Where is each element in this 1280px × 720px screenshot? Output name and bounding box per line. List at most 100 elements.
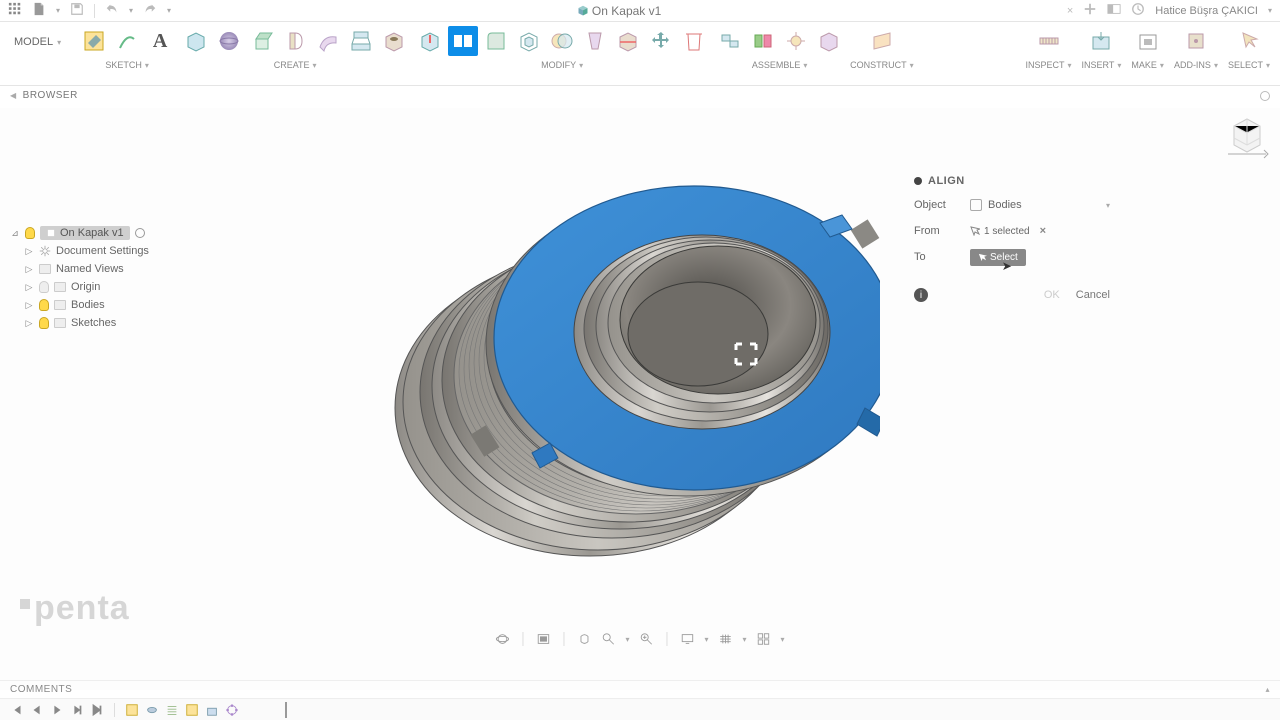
model-3d[interactable] xyxy=(360,138,880,638)
doc-icon xyxy=(577,5,589,17)
data-panel-icon[interactable] xyxy=(1107,2,1121,19)
browser-node-named-views[interactable]: ▷ Named Views xyxy=(10,260,230,278)
timeline-play-icon[interactable] xyxy=(50,703,64,717)
collapse-icon[interactable] xyxy=(914,177,922,185)
timeline-end-icon[interactable] xyxy=(90,703,104,717)
bulb-icon[interactable] xyxy=(39,281,49,293)
insert-icon[interactable] xyxy=(1086,26,1116,56)
measure-icon[interactable] xyxy=(1034,26,1064,56)
to-select-button[interactable]: Select ➤ xyxy=(970,249,1026,266)
align-dialog: ALIGN Object Bodies ▾ From 1 selected × … xyxy=(914,170,1110,302)
browser-node-bodies[interactable]: ▷ Bodies xyxy=(10,296,230,314)
timeline-handle[interactable] xyxy=(285,702,287,718)
feature-pattern-icon[interactable] xyxy=(225,703,239,717)
cancel-button[interactable]: Cancel xyxy=(1076,289,1110,301)
pan-icon[interactable] xyxy=(577,632,591,646)
chevron-down-icon: ▾ xyxy=(1268,6,1272,15)
timeline-next-icon[interactable] xyxy=(70,703,84,717)
display-icon[interactable] xyxy=(680,632,694,646)
revolve-icon[interactable] xyxy=(280,26,310,56)
line-icon[interactable] xyxy=(112,26,142,56)
close-tab-icon[interactable]: × xyxy=(1067,5,1073,17)
bulb-icon[interactable] xyxy=(25,227,35,239)
user-name[interactable]: Hatice Büşra ÇAKICI xyxy=(1155,5,1258,17)
bulb-icon[interactable] xyxy=(39,317,49,329)
shell-icon[interactable] xyxy=(514,26,544,56)
field-label: From xyxy=(914,225,970,237)
dialog-title-row[interactable]: ALIGN xyxy=(914,170,1110,192)
loft-icon[interactable] xyxy=(346,26,376,56)
apps-grid-icon[interactable] xyxy=(8,2,22,19)
move-icon[interactable] xyxy=(646,26,676,56)
feature-revolve-icon[interactable] xyxy=(145,703,159,717)
info-icon[interactable]: i xyxy=(914,288,928,302)
split-icon[interactable] xyxy=(613,26,643,56)
browser-node-origin[interactable]: ▷ Origin xyxy=(10,278,230,296)
browser-node-doc-settings[interactable]: ▷ Document Settings xyxy=(10,242,230,260)
text-icon[interactable]: A xyxy=(145,26,175,56)
object-type[interactable]: Bodies xyxy=(988,199,1022,211)
fit-icon[interactable] xyxy=(639,632,653,646)
new-sketch-icon[interactable] xyxy=(79,26,109,56)
browser-tree: ⊿ On Kapak v1 ▷ Document Settings ▷ Name… xyxy=(10,224,230,332)
ribbon-toolbar: MODEL ▾ A SKETCH▾ CREATE▾ xyxy=(0,22,1280,86)
bulb-icon[interactable] xyxy=(39,299,49,311)
dialog-title: ALIGN xyxy=(928,175,965,187)
fillet-icon[interactable] xyxy=(481,26,511,56)
node-label: Sketches xyxy=(71,317,116,329)
sphere-icon[interactable] xyxy=(214,26,244,56)
new-tab-icon[interactable] xyxy=(1083,2,1097,19)
timeline-start-icon[interactable] xyxy=(10,703,24,717)
joint-icon[interactable] xyxy=(715,26,745,56)
viewport-icon[interactable] xyxy=(757,632,771,646)
press-pull-icon[interactable] xyxy=(415,26,445,56)
browser-root[interactable]: ⊿ On Kapak v1 xyxy=(10,224,230,242)
timeline-prev-icon[interactable] xyxy=(30,703,44,717)
viewport[interactable]: ⊿ On Kapak v1 ▷ Document Settings ▷ Name… xyxy=(0,108,1280,690)
sweep-icon[interactable] xyxy=(313,26,343,56)
select-icon[interactable] xyxy=(1234,26,1264,56)
selection-pill[interactable]: 1 selected xyxy=(970,226,1030,237)
align-icon[interactable] xyxy=(448,26,478,56)
feature-sketch-icon[interactable] xyxy=(125,703,139,717)
grid-icon[interactable] xyxy=(719,632,733,646)
visibility-icon[interactable] xyxy=(135,228,145,238)
motion-icon[interactable] xyxy=(781,26,811,56)
browser-node-sketches[interactable]: ▷ Sketches xyxy=(10,314,230,332)
save-icon[interactable] xyxy=(70,2,84,19)
redo-icon[interactable] xyxy=(143,2,157,19)
addins-icon[interactable] xyxy=(1181,26,1211,56)
folder-icon xyxy=(54,318,66,328)
look-at-icon[interactable] xyxy=(536,632,550,646)
undo-icon[interactable] xyxy=(105,2,119,19)
comments-bar[interactable]: COMMENTS ▴ xyxy=(0,680,1280,698)
chevron-up-icon[interactable]: ▴ xyxy=(1265,685,1270,694)
group-label: CREATE xyxy=(274,60,310,70)
clear-selection-icon[interactable]: × xyxy=(1040,225,1046,237)
browser-settings-icon[interactable] xyxy=(1260,91,1270,101)
ok-button[interactable]: OK xyxy=(1044,289,1060,301)
feature-thread-icon[interactable] xyxy=(165,703,179,717)
ribbon-group-make: MAKE▾ xyxy=(1131,26,1164,70)
plane-icon[interactable] xyxy=(867,26,897,56)
job-status-icon[interactable] xyxy=(1131,2,1145,19)
chevron-left-icon[interactable]: ◀ xyxy=(10,91,17,100)
workspace-switcher[interactable]: MODEL ▾ xyxy=(10,26,65,58)
chevron-down-icon[interactable]: ▾ xyxy=(1106,201,1110,210)
combine-icon[interactable] xyxy=(547,26,577,56)
file-menu-icon[interactable] xyxy=(32,2,46,19)
box-icon[interactable] xyxy=(181,26,211,56)
feature-sketch-icon[interactable] xyxy=(185,703,199,717)
view-cube[interactable] xyxy=(1224,114,1270,160)
checkbox[interactable] xyxy=(970,199,982,211)
contact-icon[interactable] xyxy=(748,26,778,56)
orbit-icon[interactable] xyxy=(495,632,509,646)
extrude-icon[interactable] xyxy=(247,26,277,56)
make-icon[interactable] xyxy=(1133,26,1163,56)
feature-extrude-icon[interactable] xyxy=(205,703,219,717)
draft-icon[interactable] xyxy=(580,26,610,56)
delete-icon[interactable] xyxy=(679,26,709,56)
hole-icon[interactable] xyxy=(379,26,409,56)
drive-joint-icon[interactable] xyxy=(814,26,844,56)
zoom-icon[interactable] xyxy=(601,632,615,646)
